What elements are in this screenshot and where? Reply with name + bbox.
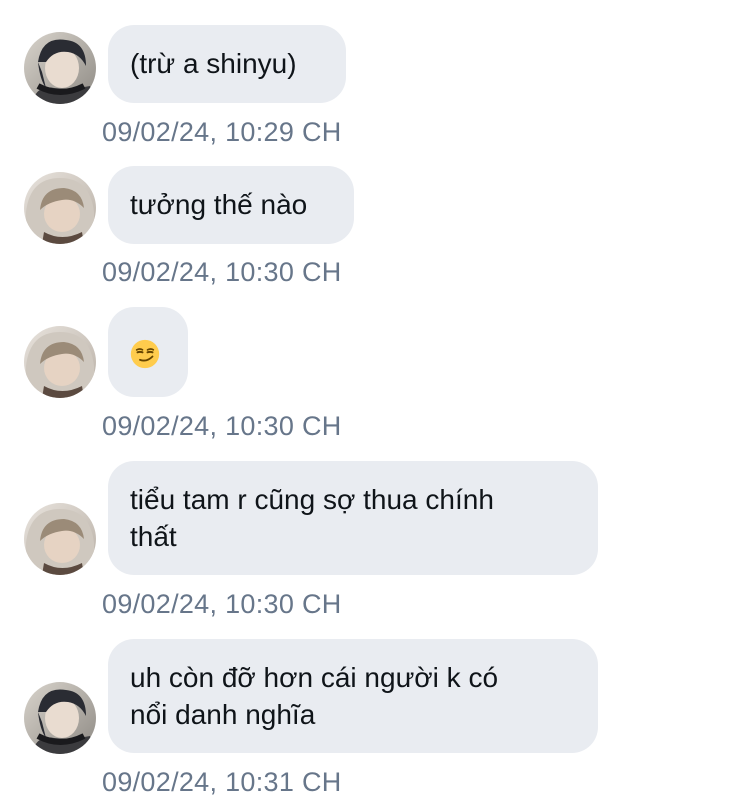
message-bubble[interactable]: (trừ a shinyu) xyxy=(108,25,346,103)
avatar-light-hair-icon xyxy=(24,172,96,244)
message-text-line: nổi danh nghĩa xyxy=(130,699,316,730)
message-text-line: tiểu tam r cũng sợ thua chính xyxy=(130,484,494,515)
message-timestamp: 09/02/24, 10:30 CH xyxy=(102,411,342,441)
message-text-line: thất xyxy=(130,521,177,552)
message-timestamp: 09/02/24, 10:31 CH xyxy=(102,767,342,797)
message-text: (trừ a shinyu) xyxy=(130,48,297,79)
message-timestamp: 09/02/24, 10:30 CH xyxy=(102,257,342,287)
smirking-face-icon xyxy=(130,339,160,368)
avatar[interactable] xyxy=(24,326,96,398)
message-bubble[interactable]: uh còn đỡ hơn cái người k có nổi danh ng… xyxy=(108,639,598,753)
avatar-light-hair-icon xyxy=(24,503,96,575)
message-timestamp: 09/02/24, 10:30 CH xyxy=(102,589,342,619)
message-bubble[interactable]: 😏 xyxy=(108,307,188,397)
avatar-dark-hair-icon xyxy=(24,682,96,754)
message-text-line: uh còn đỡ hơn cái người k có xyxy=(130,662,499,693)
avatar[interactable] xyxy=(24,172,96,244)
avatar[interactable] xyxy=(24,682,96,754)
message-text: tưởng thế nào xyxy=(130,189,308,220)
avatar[interactable] xyxy=(24,503,96,575)
avatar-light-hair-icon xyxy=(24,326,96,398)
message-timestamp: 09/02/24, 10:29 CH xyxy=(102,117,342,147)
message-bubble[interactable]: tưởng thế nào xyxy=(108,166,354,244)
avatar[interactable] xyxy=(24,32,96,104)
message-bubble[interactable]: tiểu tam r cũng sợ thua chính thất xyxy=(108,461,598,575)
avatar-dark-hair-icon xyxy=(24,32,96,104)
